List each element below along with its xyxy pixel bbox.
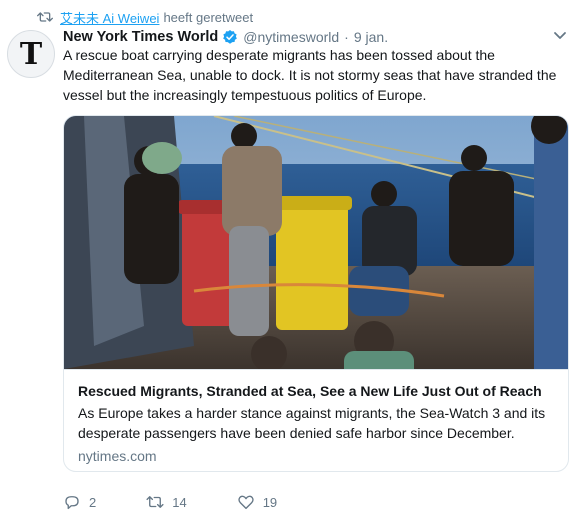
retweet-suffix: heeft geretweet — [163, 9, 254, 25]
retweet-icon — [146, 496, 164, 508]
retweeter-link[interactable]: 艾未未 Ai Weiwei — [60, 8, 159, 27]
like-icon — [238, 495, 254, 510]
author-name[interactable]: New York Times World — [63, 29, 218, 45]
retweet-button[interactable]: 14 — [146, 493, 187, 511]
nyt-logo-icon: T — [19, 37, 43, 72]
tweet-timestamp[interactable]: 9 jan. — [354, 29, 388, 45]
tweet-text: A rescue boat carrying desperate migrant… — [63, 47, 557, 103]
tweet-header: New York Times World @nytimesworld · 9 j… — [63, 27, 388, 47]
like-count: 19 — [262, 494, 278, 510]
reply-button[interactable]: 2 — [63, 493, 96, 511]
author-handle[interactable]: @nytimesworld — [243, 29, 339, 45]
card-photo — [64, 116, 568, 369]
avatar[interactable]: T — [7, 30, 55, 78]
chevron-down-icon[interactable] — [553, 31, 567, 41]
verified-icon — [223, 30, 238, 44]
card-description: As Europe takes a harder stance against … — [78, 405, 546, 441]
card-domain: nytimes.com — [78, 448, 157, 464]
retweet-icon — [37, 12, 53, 22]
card-title: Rescued Migrants, Stranded at Sea, See a… — [78, 383, 542, 399]
header-separator: · — [344, 29, 349, 45]
tweet-actions: 2 14 19 — [63, 492, 327, 512]
reply-icon — [65, 496, 79, 510]
card-body: Rescued Migrants, Stranded at Sea, See a… — [64, 369, 568, 471]
link-card[interactable]: Rescued Migrants, Stranded at Sea, See a… — [63, 115, 569, 472]
retweet-context: 艾未未 Ai Weiwei heeft geretweet — [37, 8, 253, 26]
like-button[interactable]: 19 — [237, 493, 277, 511]
retweet-count: 14 — [172, 494, 187, 510]
reply-count: 2 — [89, 494, 97, 510]
